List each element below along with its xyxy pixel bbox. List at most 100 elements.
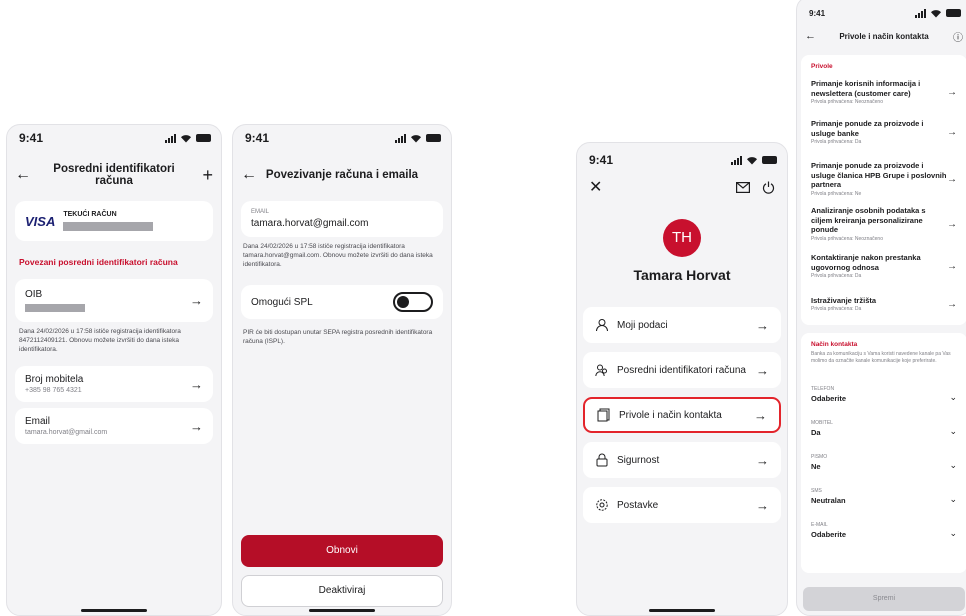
spl-toggle-label: Omogući SPL bbox=[251, 296, 313, 308]
mail-icon[interactable] bbox=[736, 181, 750, 193]
home-indicator bbox=[649, 609, 715, 612]
menu-item-settings[interactable]: Postavke → bbox=[583, 487, 781, 523]
back-arrow-icon[interactable]: ← bbox=[241, 166, 261, 184]
chevron-right-icon: → bbox=[947, 218, 957, 230]
status-time: 9:41 bbox=[19, 131, 44, 145]
chevron-right-icon: → bbox=[190, 418, 203, 434]
screen-profile-menu: 9:41 ✕ TH Tamara Horvat Moji podaci → Po… bbox=[576, 142, 788, 616]
renew-button-label: Obnovi bbox=[326, 545, 358, 556]
status-bar: 9:41 bbox=[7, 125, 221, 151]
spl-toggle-row: Omogući SPL bbox=[241, 285, 443, 320]
linked-identifiers-title: Povezani posredni identifikatori računa bbox=[19, 257, 178, 267]
privole-title: Privole bbox=[811, 63, 833, 70]
privola-item[interactable]: Primanje ponude za proizvode i usluge ba… bbox=[801, 115, 966, 149]
oib-row[interactable]: OIB → bbox=[15, 279, 213, 322]
battery-icon bbox=[426, 134, 441, 142]
chevron-right-icon: → bbox=[947, 298, 957, 310]
contact-card: Način kontakta Banka za komunikaciju s V… bbox=[801, 333, 966, 573]
back-arrow-icon[interactable]: ← bbox=[15, 166, 35, 184]
status-bar: 9:41 bbox=[233, 125, 451, 151]
screen-consents-contact: 9:41 ← Privole i način kontakta ⓘ Privol… bbox=[796, 0, 966, 616]
privola-item[interactable]: Kontaktiranje nakon prestanka ugovornog … bbox=[801, 249, 966, 283]
users-icon bbox=[595, 364, 607, 377]
select-email[interactable]: E-MAIL Odaberite ⌄ bbox=[801, 513, 966, 539]
menu-item-consents[interactable]: Privole i način kontakta → bbox=[583, 397, 781, 433]
chevron-right-icon: → bbox=[947, 126, 957, 138]
menu-item-security[interactable]: Sigurnost → bbox=[583, 442, 781, 478]
email-field[interactable]: EMAIL tamara.horvat@gmail.com bbox=[241, 201, 443, 237]
chevron-right-icon: → bbox=[756, 452, 769, 468]
privola-item[interactable]: Primanje korisnih informacija i newslett… bbox=[801, 75, 966, 109]
chevron-right-icon: → bbox=[190, 293, 203, 308]
account-card[interactable]: VISA TEKUĆI RAČUN bbox=[15, 201, 213, 241]
back-arrow-icon[interactable]: ← bbox=[805, 30, 825, 42]
menu-item-identifiers[interactable]: Posredni identifikatori računa → bbox=[583, 352, 781, 388]
spl-toggle[interactable] bbox=[393, 292, 433, 313]
nav-bar: ← Privole i način kontakta ⓘ bbox=[797, 23, 966, 49]
privola-item[interactable]: Primanje ponude za proizvode i usluge čl… bbox=[801, 157, 966, 201]
status-icons bbox=[395, 133, 441, 143]
battery-icon bbox=[762, 156, 777, 164]
spl-note: PIR će biti dostupan unutar SEPA registr… bbox=[243, 329, 433, 346]
select-pismo[interactable]: PISMO Ne ⌄ bbox=[801, 445, 966, 471]
visa-logo: VISA bbox=[25, 213, 56, 229]
page-title: Povezivanje računa i emaila bbox=[265, 169, 419, 181]
select-telefon[interactable]: TELEFON Odaberite ⌄ bbox=[801, 377, 966, 403]
status-icons bbox=[165, 133, 211, 143]
renew-button[interactable]: Obnovi bbox=[241, 535, 443, 567]
avatar-initials: TH bbox=[672, 229, 692, 246]
screen-linked-identifiers: 9:41 ← Posredni identifikatori računa + … bbox=[6, 124, 222, 616]
select-mobitel[interactable]: MOBITEL Da ⌄ bbox=[801, 411, 966, 437]
user-name: Tamara Horvat bbox=[633, 267, 731, 283]
chevron-down-icon: ⌄ bbox=[949, 392, 957, 402]
status-time: 9:41 bbox=[589, 153, 614, 167]
chevron-down-icon: ⌄ bbox=[949, 494, 957, 504]
menu-item-label: Privole i način kontakta bbox=[619, 409, 722, 421]
signal-icon bbox=[165, 133, 176, 143]
save-button[interactable]: Spremi bbox=[803, 587, 965, 611]
chevron-right-icon: → bbox=[754, 407, 767, 423]
save-button-label: Spremi bbox=[872, 595, 896, 602]
chevron-down-icon: ⌄ bbox=[949, 528, 957, 538]
screen-email-link: 9:41 ← Povezivanje računa i emaila EMAIL… bbox=[232, 124, 452, 616]
contact-note: Banka za komunikaciju s Vama koristi nav… bbox=[811, 351, 951, 364]
battery-icon bbox=[196, 134, 211, 142]
status-bar: 9:41 bbox=[577, 147, 787, 173]
chevron-right-icon: → bbox=[756, 362, 769, 378]
home-indicator bbox=[81, 609, 147, 612]
add-icon[interactable]: + bbox=[193, 165, 213, 186]
chevron-down-icon: ⌄ bbox=[949, 460, 957, 470]
chevron-right-icon: → bbox=[947, 173, 957, 185]
chevron-right-icon: → bbox=[947, 86, 957, 98]
oib-value-redacted bbox=[25, 304, 85, 312]
wifi-icon bbox=[181, 134, 191, 142]
chevron-down-icon: ⌄ bbox=[949, 426, 957, 436]
chevron-right-icon: → bbox=[756, 497, 769, 513]
deactivate-button-label: Deaktiviraj bbox=[318, 585, 366, 596]
signal-icon bbox=[395, 133, 406, 143]
email-row[interactable]: Email tamara.horvat@gmail.com → bbox=[15, 408, 213, 445]
wifi-icon bbox=[747, 156, 757, 164]
contact-title: Način kontakta bbox=[811, 341, 858, 348]
chevron-right-icon: → bbox=[947, 260, 957, 272]
oib-expiry-note: Dana 24/02/2026 u 17:58 ističe registrac… bbox=[19, 328, 181, 353]
email-field-value: tamara.horvat@gmail.com bbox=[251, 218, 369, 229]
email-field-label: EMAIL bbox=[251, 209, 270, 215]
power-icon[interactable] bbox=[762, 181, 775, 194]
mobile-value: +385 98 765 4321 bbox=[25, 387, 82, 395]
chevron-right-icon: → bbox=[190, 376, 203, 392]
privola-item[interactable]: Analiziranje osobnih podataka s ciljem k… bbox=[801, 206, 966, 241]
deactivate-button[interactable]: Deaktiviraj bbox=[241, 575, 443, 607]
menu-item-label: Sigurnost bbox=[617, 454, 660, 466]
chevron-right-icon: → bbox=[756, 317, 769, 333]
privola-item[interactable]: Istraživanje tržišta Privola prihvaćena: … bbox=[801, 291, 966, 317]
menu-item-label: Posredni identifikatori računa bbox=[617, 364, 746, 376]
close-icon[interactable]: ✕ bbox=[589, 177, 602, 197]
menu-item-my-data[interactable]: Moji podaci → bbox=[583, 307, 781, 343]
mobile-row[interactable]: Broj mobitela +385 98 765 4321 → bbox=[15, 366, 213, 403]
wifi-icon bbox=[411, 134, 421, 142]
status-time: 9:41 bbox=[809, 8, 826, 18]
info-icon[interactable]: ⓘ bbox=[943, 29, 963, 44]
select-sms[interactable]: SMS Neutralan ⌄ bbox=[801, 479, 966, 505]
wifi-icon bbox=[931, 9, 941, 17]
